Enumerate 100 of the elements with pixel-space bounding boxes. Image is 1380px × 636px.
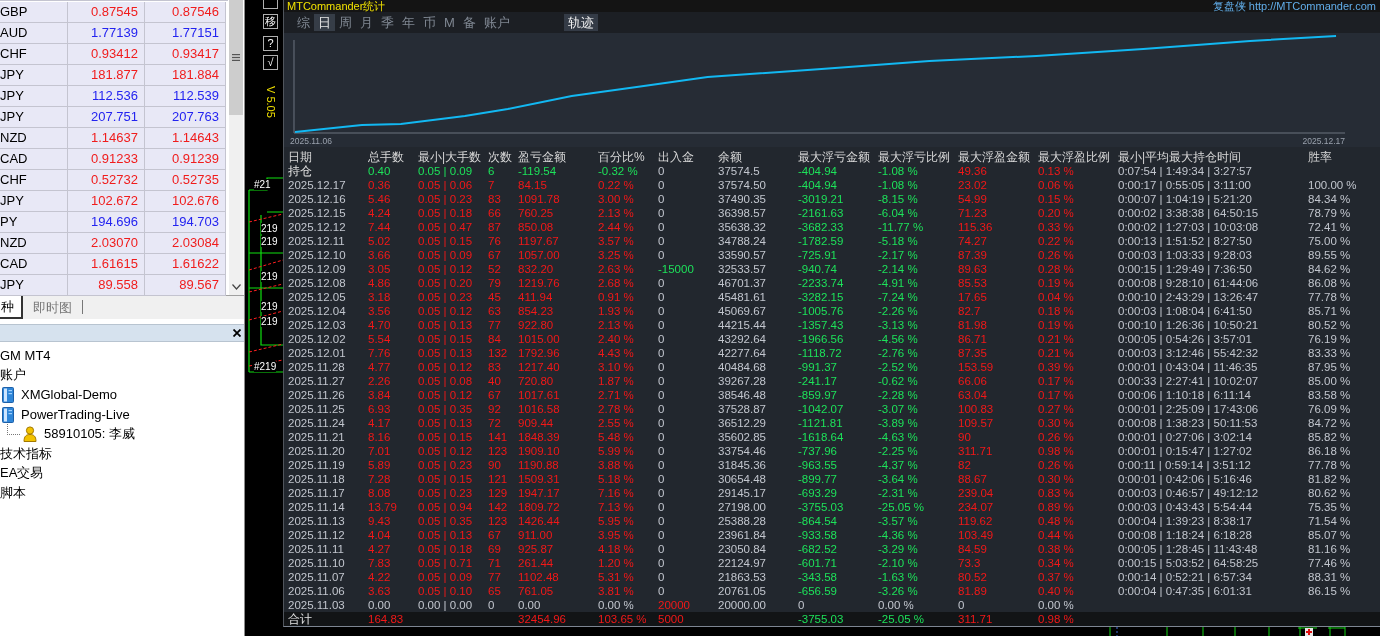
tab[interactable]: 账户 [479,14,514,31]
tab[interactable]: 即时图 [27,296,78,319]
tab[interactable]: 种 [0,296,23,319]
table-cell-text: 32533.57 [718,262,767,276]
table-cell-text: -1357.43 [798,318,845,332]
tree-connector-line [7,423,20,435]
tree-item[interactable]: 账户 [0,366,26,385]
column-header: 日期 [288,150,313,164]
axis-label: 2025.11.06 [290,136,332,146]
tab[interactable]: 月 [356,14,377,31]
table-cell-text: 0:00:06 | 1:10:18 | 6:11:14 [1118,388,1252,402]
table-cell-text: 0.33 % [1038,220,1075,234]
table-cell-text: -2.76 % [878,346,919,360]
move-button[interactable]: 移 [263,14,278,29]
table-cell-text: 85.07 % [1308,528,1352,542]
table-cell-text: 0.98 % [1038,612,1075,626]
help-button[interactable]: ? [263,36,278,51]
table-cell-text: 0.17 % [1038,388,1075,402]
symbol-cell: NZD [0,233,68,254]
table-cell-text: 20761.05 [718,584,767,598]
table-cell-text: 5.46 [368,192,392,206]
table-cell-text: 0:00:01 | 0:42:06 | 5:16:46 [1118,472,1253,486]
table-cell-text: 20000.00 [718,598,767,612]
tab[interactable]: 备 [458,14,480,31]
table-cell-text: 合计 [288,612,313,626]
website-link[interactable]: http://MTCommander.com [1248,0,1376,12]
symbol-cell: CAD [0,149,68,170]
tab[interactable]: 综 [293,14,314,31]
table-cell-text: 85.71 % [1308,304,1352,318]
table-cell-text: -7.24 % [878,290,919,304]
table-cell-text: -3282.15 [798,290,845,304]
table-cell-text: 119.62 [958,514,994,528]
table-cell-text: 84.15 [518,178,548,192]
bid-cell: 1.61615 [68,254,145,275]
table-cell-text: 2025.11.10 [288,556,346,570]
tree-item[interactable]: XMGlobal-Demo [21,387,118,403]
tab[interactable]: 周 [335,14,356,31]
tab[interactable]: 季 [377,14,398,31]
table-cell-text: 0 [658,472,666,486]
table-cell-text: 100.00 % [1308,178,1358,192]
table-cell-text: 79 [488,276,502,290]
tab[interactable]: 年 [398,14,419,31]
table-cell-text: 0 [958,598,966,612]
table-cell-text: 911.00 [518,528,554,542]
tree-item[interactable]: 58910105: 李威 [44,425,136,444]
table-cell-text: 0.05 | 0.23 [418,458,474,472]
table-cell-text: 84.34 % [1308,192,1352,206]
square-button[interactable] [263,0,278,9]
table-cell-text: 0 [798,598,806,612]
table-cell-text: 0.26 % [1038,430,1075,444]
table-cell-text: 0 [658,318,666,332]
price-label: 219 [261,316,278,327]
table-cell-text: 0.18 % [1038,304,1075,318]
table-cell-text: 52 [488,262,502,276]
table-cell-text: 0:00:15 | 1:29:49 | 7:36:50 [1118,262,1253,276]
table-cell-text: 0 [658,332,666,346]
table-cell-text: 0.05 | 0.18 [418,542,474,556]
tree-item[interactable]: PowerTrading-Live [21,407,130,423]
panel-title: MTCommander统计 [286,0,386,12]
table-cell-text: -404.94 [798,164,838,178]
table-cell-text: 67 [488,248,502,262]
tree-item[interactable]: EA交易 [0,464,44,483]
tab[interactable]: 日 [314,14,335,31]
table-cell-text: 75.35 % [1308,500,1352,514]
table-cell-text: 32454.96 [518,612,567,626]
tree-item[interactable]: 技术指标 [0,444,52,463]
table-cell-text: 0.04 % [1038,290,1075,304]
close-button[interactable] [230,327,244,339]
table-cell-text: 0.05 | 0.71 [418,556,474,570]
table-cell-text: -1005.76 [798,304,845,318]
table-cell-text: 2025.11.18 [288,472,346,486]
table-cell-text: 4.04 [368,528,392,542]
table-cell-text: 36512.29 [718,416,767,430]
table-cell-text: -404.94 [798,178,838,192]
check-button[interactable]: √ [263,55,278,70]
close-icon [233,329,241,337]
table-cell-text: 1.87 % [598,374,635,388]
table-cell-text: 0.05 | 0.15 [418,430,474,444]
table-cell-text: 0.05 | 0.12 [418,262,474,276]
table-cell-text: 0.44 % [1038,528,1075,542]
table-cell-text: 0.30 % [1038,472,1075,486]
tab[interactable]: 币 [419,14,440,31]
table-cell-text: 2025.11.12 [288,528,346,542]
tree-item[interactable]: GM MT4 [0,348,51,364]
table-cell-text: 29145.17 [718,486,767,500]
table-cell-text: 90 [488,458,502,472]
user-icon [23,426,37,443]
tab[interactable]: M [440,14,459,31]
table-cell-text: 1219.76 [518,276,561,290]
table-cell-text: 760.25 [518,206,555,220]
table-cell-text: -25.05 % [878,500,926,514]
scrollbar-thumb[interactable] [229,0,243,115]
table-cell-text: 115.36 [958,220,994,234]
trace-toggle[interactable]: 轨迹 [563,14,598,31]
table-cell-text: 81.16 % [1308,542,1352,556]
table-cell-text: 2025.12.08 [288,276,347,290]
table-cell-text: 909.44 [518,416,555,430]
table-cell-text: -2.28 % [878,388,919,402]
table-cell-text: 2.13 % [598,206,635,220]
tree-item[interactable]: 脚本 [0,483,26,502]
